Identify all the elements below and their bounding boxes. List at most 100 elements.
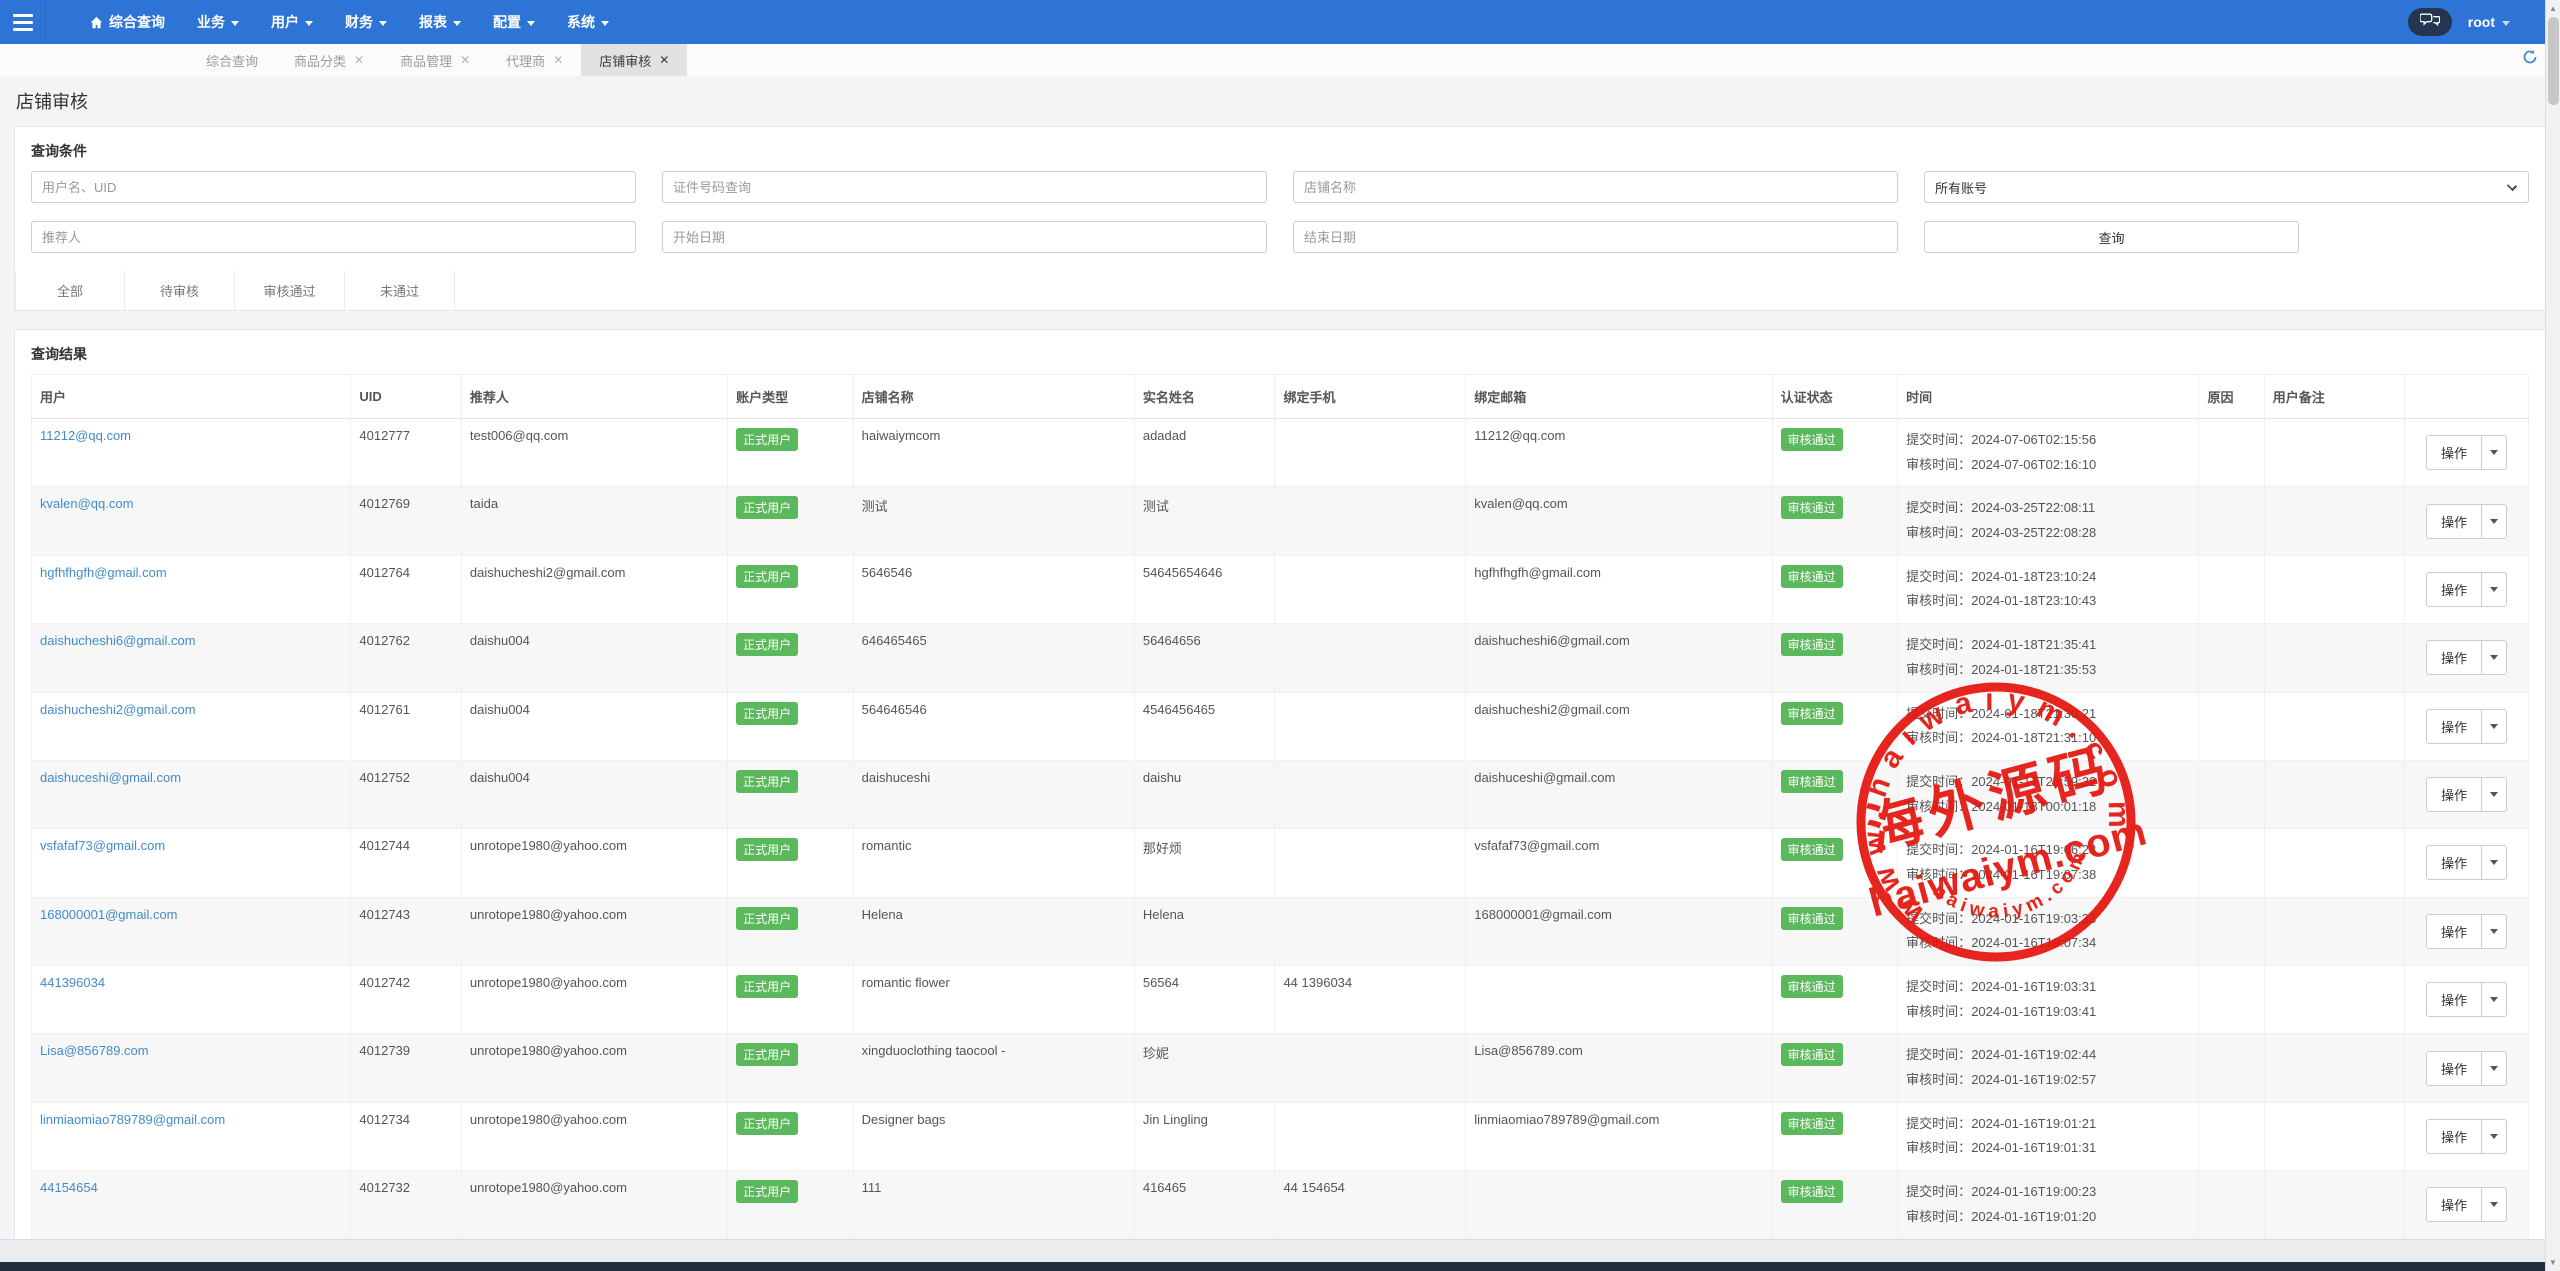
tab-product-management[interactable]: 商品管理✕	[382, 44, 488, 76]
col-account-type: 账户类型	[728, 375, 854, 419]
account-type-select[interactable]: 所有账号	[1924, 171, 2529, 203]
real-name-cell: adadad	[1134, 419, 1275, 487]
action-dropdown-button[interactable]	[2482, 914, 2507, 949]
remark-cell	[2264, 966, 2405, 1034]
filter-rejected[interactable]: 未通过	[345, 271, 455, 310]
menu-toggle-icon[interactable]	[0, 0, 46, 44]
user-link[interactable]: vsfafaf73@gmail.com	[40, 838, 165, 853]
action-dropdown-button[interactable]	[2482, 504, 2507, 539]
action-button[interactable]: 操作	[2426, 504, 2482, 539]
action-button[interactable]: 操作	[2426, 435, 2482, 470]
chevron-down-icon	[2490, 1202, 2498, 1207]
account-type-badge: 正式用户	[736, 770, 798, 793]
results-table-body: 11212@qq.com 4012777 test006@qq.com 正式用户…	[32, 419, 2529, 1271]
user-link[interactable]: 441396034	[40, 975, 105, 990]
start-date-input[interactable]	[662, 221, 1267, 253]
user-link[interactable]: hgfhfhgfh@gmail.com	[40, 565, 167, 580]
shop-name-input[interactable]	[1293, 171, 1898, 203]
referrer-cell: daishu004	[461, 624, 727, 692]
user-link[interactable]: daishucheshi6@gmail.com	[40, 633, 196, 648]
uid-cell: 4012769	[351, 487, 461, 555]
reason-cell	[2199, 692, 2264, 760]
action-dropdown-button[interactable]	[2482, 777, 2507, 812]
nav-item-config[interactable]: 配置	[477, 0, 551, 44]
nav-item-business[interactable]: 业务	[181, 0, 255, 44]
action-button[interactable]: 操作	[2426, 709, 2482, 744]
action-button[interactable]: 操作	[2426, 640, 2482, 675]
nav-item-finance[interactable]: 财务	[329, 0, 403, 44]
scrollbar-thumb[interactable]	[2548, 17, 2559, 105]
action-dropdown-button[interactable]	[2482, 845, 2507, 880]
user-menu[interactable]: root	[2468, 14, 2510, 30]
close-icon[interactable]: ✕	[354, 53, 364, 67]
tab-agent[interactable]: 代理商✕	[488, 44, 581, 76]
idcard-input[interactable]	[662, 171, 1267, 203]
action-button[interactable]: 操作	[2426, 1187, 2482, 1222]
real-name-cell: 4546456465	[1134, 692, 1275, 760]
time-cell: 提交时间：2024-01-16T19:01:21 审核时间：2024-01-16…	[1898, 1102, 2199, 1170]
tab-product-category[interactable]: 商品分类✕	[276, 44, 382, 76]
close-icon[interactable]: ✕	[460, 53, 470, 67]
nav-item-system[interactable]: 系统	[551, 0, 625, 44]
action-button[interactable]: 操作	[2426, 914, 2482, 949]
shop-name-cell: haiwaiymcom	[853, 419, 1134, 487]
scroll-up-icon[interactable]: ▲	[2546, 0, 2560, 17]
username-uid-input[interactable]	[31, 171, 636, 203]
filter-pending[interactable]: 待审核	[125, 271, 235, 310]
account-type-badge: 正式用户	[736, 1112, 798, 1135]
remark-cell	[2264, 692, 2405, 760]
time-cell: 提交时间：2024-07-06T02:15:56 审核时间：2024-07-06…	[1898, 419, 2199, 487]
user-link[interactable]: Lisa@856789.com	[40, 1043, 149, 1058]
action-dropdown-button[interactable]	[2482, 1119, 2507, 1154]
action-dropdown-button[interactable]	[2482, 435, 2507, 470]
action-dropdown-button[interactable]	[2482, 640, 2507, 675]
table-row: kvalen@qq.com 4012769 taida 正式用户 测试 测试 k…	[32, 487, 2529, 555]
filter-approved[interactable]: 审核通过	[235, 271, 345, 310]
email-cell: vsfafaf73@gmail.com	[1466, 829, 1772, 897]
search-button[interactable]: 查询	[1924, 221, 2299, 253]
action-button[interactable]: 操作	[2426, 1119, 2482, 1154]
nav-item-users[interactable]: 用户	[255, 0, 329, 44]
action-dropdown-button[interactable]	[2482, 572, 2507, 607]
email-cell: 168000001@gmail.com	[1466, 897, 1772, 965]
referrer-input[interactable]	[31, 221, 636, 253]
user-link[interactable]: 44154654	[40, 1180, 98, 1195]
action-dropdown-button[interactable]	[2482, 1051, 2507, 1086]
user-link[interactable]: daishuceshi@gmail.com	[40, 770, 181, 785]
nav-item-reports[interactable]: 报表	[403, 0, 477, 44]
end-date-input[interactable]	[1293, 221, 1898, 253]
account-type-badge: 正式用户	[736, 565, 798, 588]
reason-cell	[2199, 1171, 2264, 1239]
action-button[interactable]: 操作	[2426, 845, 2482, 880]
reason-cell	[2199, 966, 2264, 1034]
messages-button[interactable]	[2408, 8, 2452, 36]
time-cell: 提交时间：2024-01-16T19:03:31 审核时间：2024-01-16…	[1898, 966, 2199, 1034]
user-link[interactable]: 168000001@gmail.com	[40, 907, 178, 922]
filter-all[interactable]: 全部	[15, 271, 125, 310]
tab-overview[interactable]: 综合查询	[188, 44, 276, 76]
action-button[interactable]: 操作	[2426, 572, 2482, 607]
user-link[interactable]: linmiaomiao789789@gmail.com	[40, 1112, 225, 1127]
action-button[interactable]: 操作	[2426, 777, 2482, 812]
nav-item-dashboard[interactable]: 综合查询	[74, 0, 181, 44]
vertical-scrollbar[interactable]: ▲ ▼	[2545, 0, 2560, 1271]
action-dropdown-button[interactable]	[2482, 709, 2507, 744]
close-icon[interactable]: ✕	[659, 53, 669, 67]
action-dropdown-button[interactable]	[2482, 982, 2507, 1017]
real-name-cell: 54645654646	[1134, 555, 1275, 623]
user-link[interactable]: 11212@qq.com	[40, 428, 131, 443]
refresh-icon[interactable]	[2522, 49, 2538, 70]
action-dropdown-button[interactable]	[2482, 1187, 2507, 1222]
action-button[interactable]: 操作	[2426, 982, 2482, 1017]
phone-cell	[1275, 1102, 1466, 1170]
user-link[interactable]: kvalen@qq.com	[40, 496, 133, 511]
tab-shop-audit[interactable]: 店铺审核✕	[581, 44, 687, 76]
time-cell: 提交时间：2024-01-16T19:02:44 审核时间：2024-01-16…	[1898, 1034, 2199, 1102]
scroll-down-icon[interactable]: ▼	[2546, 1254, 2560, 1271]
user-link[interactable]: daishucheshi2@gmail.com	[40, 702, 196, 717]
close-icon[interactable]: ✕	[553, 53, 563, 67]
remark-cell	[2264, 897, 2405, 965]
col-phone: 绑定手机	[1275, 375, 1466, 419]
real-name-cell: 56464656	[1134, 624, 1275, 692]
action-button[interactable]: 操作	[2426, 1051, 2482, 1086]
